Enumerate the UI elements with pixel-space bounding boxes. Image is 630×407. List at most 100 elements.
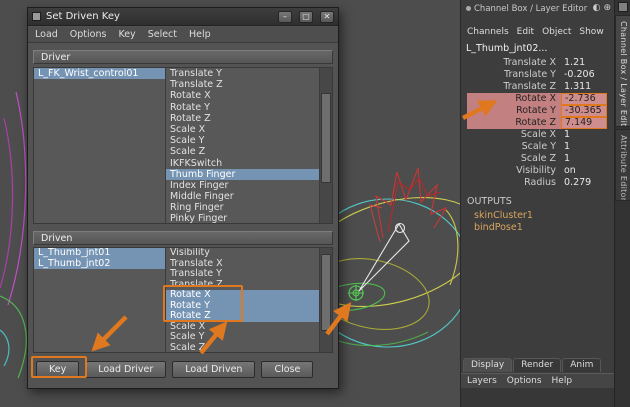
dialog-button[interactable]: Load Driven: [172, 361, 255, 378]
layer-editor-menu-item[interactable]: Options: [507, 376, 542, 388]
channel-row: Translate Y -0.206: [461, 69, 614, 81]
driven-attribute-item[interactable]: Visibility: [166, 248, 319, 259]
driver-attribute-item[interactable]: Index Finger: [166, 180, 319, 191]
channel-box-menu-item[interactable]: Channels: [467, 27, 509, 37]
channel-value-field[interactable]: -0.206: [561, 69, 607, 81]
selected-node-name[interactable]: L_Thumb_jnt02...: [466, 43, 547, 54]
channel-value-field[interactable]: on: [561, 165, 607, 177]
driver-attribute-item[interactable]: Thumb Finger: [166, 169, 319, 180]
driven-attribute-item[interactable]: Scale Y: [166, 332, 319, 343]
window-titlebar[interactable]: Set Driven Key – ▢ ✕: [28, 8, 338, 26]
driven-object-item[interactable]: L_Thumb_jnt02: [34, 259, 165, 270]
channel-name[interactable]: Radius: [467, 177, 561, 189]
driven-list: L_Thumb_jnt01L_Thumb_jnt02 Visibility Tra…: [33, 247, 333, 353]
outputs-label: OUTPUTS: [467, 196, 512, 207]
channel-box-menu-item[interactable]: Object: [542, 27, 571, 37]
channel-value-field[interactable]: 1: [561, 153, 607, 165]
channel-row: Visibility on: [461, 165, 614, 177]
channel-box-menubar: Channels Edit Object Show: [467, 27, 612, 37]
channel-value-field[interactable]: 1.311: [561, 81, 607, 93]
layer-editor-menu-item[interactable]: Layers: [467, 376, 497, 388]
tab-channel-box[interactable]: Channel Box / Layer Editor: [615, 15, 630, 127]
driver-objects-pane: L_FK_Wrist_control01: [34, 68, 166, 223]
driver-attribute-item[interactable]: Rotate X: [166, 90, 319, 101]
output-node-item[interactable]: bindPose1: [467, 222, 533, 234]
driver-attribute-item[interactable]: Scale Y: [166, 135, 319, 146]
driver-attribute-item[interactable]: Scale Z: [166, 146, 319, 157]
driver-attribute-item[interactable]: Translate Y: [166, 68, 319, 79]
driven-scrollbar[interactable]: [319, 248, 332, 352]
dialog-button[interactable]: Key: [36, 361, 79, 378]
driver-attribute-item[interactable]: IKFKSwitch: [166, 158, 319, 169]
channel-name[interactable]: Rotate Y: [467, 105, 561, 117]
driver-label: Driver: [41, 52, 70, 63]
channel-name[interactable]: Translate Z: [467, 81, 561, 93]
channel-name[interactable]: Scale X: [467, 129, 561, 141]
channel-value-field[interactable]: 7.149: [561, 117, 607, 129]
body-rig-curves: [0, 92, 26, 378]
menu-item[interactable]: Help: [189, 29, 211, 40]
driver-attribute-item[interactable]: Scale X: [166, 124, 319, 135]
driver-scrollbar[interactable]: [319, 68, 332, 223]
bottom-tab[interactable]: Display: [463, 358, 512, 372]
driven-attribute-item[interactable]: Scale Z: [166, 343, 319, 353]
channel-box-menu-item[interactable]: Show: [579, 27, 603, 37]
output-node-item[interactable]: skinCluster1: [467, 210, 533, 222]
channel-value-field[interactable]: 1: [561, 129, 607, 141]
ik-handle-wireframe: [359, 224, 409, 292]
menu-item[interactable]: Select: [148, 29, 177, 40]
channel-name[interactable]: Scale Y: [467, 141, 561, 153]
layer-editor-menu-item[interactable]: Help: [552, 376, 573, 388]
panel-toggle-icon[interactable]: [618, 2, 628, 12]
driver-attribute-item[interactable]: Translate Z: [166, 79, 319, 90]
channel-name[interactable]: Translate Y: [467, 69, 561, 81]
channel-value-field[interactable]: -2.736: [561, 93, 607, 105]
driver-attribute-item[interactable]: Rotate Z: [166, 113, 319, 124]
menu-item[interactable]: Options: [70, 29, 107, 40]
channel-name[interactable]: Rotate X: [467, 93, 561, 105]
driven-attribute-item[interactable]: Translate Y: [166, 269, 319, 280]
driver-scrollbar-thumb[interactable]: [321, 93, 331, 183]
driver-object-item[interactable]: L_FK_Wrist_control01: [34, 68, 165, 79]
channel-name[interactable]: Translate X: [467, 57, 561, 69]
maximize-icon[interactable]: ▢: [299, 11, 313, 23]
channel-name[interactable]: Rotate Z: [467, 117, 561, 129]
channel-value-field[interactable]: -30.365: [561, 105, 607, 117]
half-circle-icon[interactable]: ◐: [593, 3, 601, 14]
driver-attribute-item[interactable]: Middle Finger: [166, 191, 319, 202]
driver-section-header[interactable]: Driver: [33, 50, 333, 64]
driven-scrollbar-thumb[interactable]: [321, 254, 331, 331]
maya-workspace: Set Driven Key – ▢ ✕ Load Options Key Selec…: [0, 0, 630, 407]
driven-attribute-item[interactable]: Rotate X: [166, 290, 319, 301]
driver-attribute-item[interactable]: Rotate Y: [166, 102, 319, 113]
channel-value-field[interactable]: 0.279: [561, 177, 607, 189]
channel-name[interactable]: Scale Z: [467, 153, 561, 165]
channel-row: Scale X 1: [461, 129, 614, 141]
menu-item[interactable]: Key: [118, 29, 135, 40]
channel-box-menu-item[interactable]: Edit: [517, 27, 534, 37]
minimize-icon[interactable]: –: [278, 11, 292, 23]
dialog-button[interactable]: Load Driver: [85, 361, 166, 378]
channel-box-title: Channel Box / Layer Editor: [474, 4, 590, 14]
close-icon[interactable]: ✕: [320, 11, 334, 23]
channel-row: Translate X 1.21: [461, 57, 614, 69]
menu-item[interactable]: Load: [35, 29, 58, 40]
window-menubar: Load Options Key Select Help: [28, 27, 338, 43]
channel-value-field[interactable]: 1: [561, 141, 607, 153]
dialog-button[interactable]: Close: [261, 361, 313, 378]
driven-object-item[interactable]: L_Thumb_jnt01: [34, 248, 165, 259]
channel-value-field[interactable]: 1.21: [561, 57, 607, 69]
driven-section-header[interactable]: Driven: [33, 231, 333, 245]
driver-attribute-item[interactable]: Pinky Finger: [166, 213, 319, 223]
target-icon[interactable]: ⊕: [603, 3, 611, 14]
bottom-tab[interactable]: Anim: [562, 358, 601, 372]
driver-attribute-item[interactable]: Ring Finger: [166, 202, 319, 213]
tab-attribute-editor[interactable]: Attribute Editor: [615, 129, 630, 201]
layers-list-area[interactable]: [461, 388, 614, 407]
outputs-list: skinCluster1bindPose1: [467, 210, 533, 234]
driven-attribute-item[interactable]: Rotate Z: [166, 311, 319, 322]
channel-row: Rotate Z 7.149: [461, 117, 614, 129]
channel-row: Rotate Y -30.365: [461, 105, 614, 117]
bottom-tab[interactable]: Render: [513, 358, 561, 372]
channel-name[interactable]: Visibility: [467, 165, 561, 177]
